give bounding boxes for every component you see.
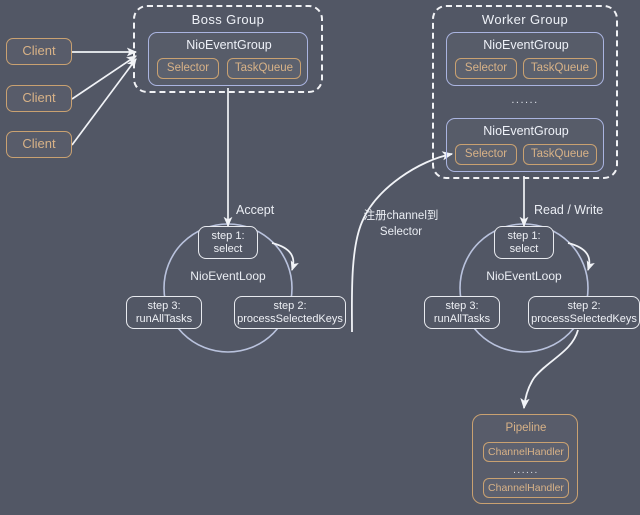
channel-handler-label: ChannelHandler	[488, 481, 564, 494]
worker-step-3-line2: runAllTasks	[433, 312, 491, 325]
client2-to-boss-arrow	[71, 55, 137, 100]
client-box-1[interactable]: Client	[6, 38, 72, 65]
worker-step-2-box[interactable]: step 2: processSelectedKeys	[528, 296, 640, 329]
worker-step-1-line2: select	[509, 242, 539, 255]
worker-task-queue-label: TaskQueue	[530, 61, 590, 74]
register-channel-line2: Selector	[379, 225, 423, 238]
pipeline-ellipsis: ......	[513, 465, 539, 476]
register-channel-line1: 注册channel到	[363, 210, 439, 222]
worker-nio-event-group-label: NioEventGroup	[483, 124, 569, 138]
boss-step-3-line2: runAllTasks	[135, 312, 193, 325]
boss-step-1-line2: select	[213, 242, 243, 255]
boss-step-3-line1: step 3:	[147, 299, 181, 312]
boss-step-2-line2: processSelectedKeys	[237, 312, 343, 325]
channel-handler-label: ChannelHandler	[488, 445, 564, 458]
worker-group-ellipsis: ......	[511, 94, 539, 106]
client-label: Client	[22, 43, 56, 59]
register-channel-label: 注册channel到 Selector	[355, 209, 447, 240]
diagram-canvas: Client Client Client Boss Group NioEvent…	[0, 0, 640, 515]
worker-selector-label: Selector	[464, 147, 508, 160]
boss-step1-to-step2-arrow	[271, 242, 299, 271]
worker-selector-box-1[interactable]: Selector	[455, 58, 517, 79]
channel-handler-box-1[interactable]: ChannelHandler	[483, 442, 569, 462]
worker-step-2-line1: step 2:	[567, 299, 601, 312]
worker-task-queue-box-1[interactable]: TaskQueue	[523, 58, 597, 79]
client-box-3[interactable]: Client	[6, 131, 72, 158]
pipeline-title: Pipeline	[505, 422, 547, 434]
worker-selector-label: Selector	[464, 61, 508, 74]
client3-to-boss-arrow	[71, 58, 137, 146]
boss-step-2-line1: step 2:	[273, 299, 307, 312]
worker-nio-event-group-1[interactable]: NioEventGroup Selector TaskQueue	[446, 32, 604, 86]
boss-selector-box[interactable]: Selector	[157, 58, 219, 79]
worker-step1-to-step2-arrow	[567, 242, 595, 271]
boss-step-3-box[interactable]: step 3: runAllTasks	[126, 296, 202, 329]
worker-step-1-line1: step 1:	[507, 229, 541, 242]
worker-selector-box-2[interactable]: Selector	[455, 144, 517, 165]
worker-task-queue-box-2[interactable]: TaskQueue	[523, 144, 597, 165]
boss-step-1-box[interactable]: step 1: select	[198, 226, 258, 259]
worker-step-3-line1: step 3:	[445, 299, 479, 312]
worker-step-2-line2: processSelectedKeys	[531, 312, 637, 325]
boss-loop-label: NioEventLoop	[190, 269, 266, 283]
accept-label: Accept	[236, 203, 275, 217]
worker-step-3-box[interactable]: step 3: runAllTasks	[424, 296, 500, 329]
worker-task-queue-label: TaskQueue	[530, 147, 590, 160]
client-label: Client	[22, 136, 56, 152]
boss-nio-event-group[interactable]: NioEventGroup Selector TaskQueue	[148, 32, 308, 86]
channel-handler-box-2[interactable]: ChannelHandler	[483, 478, 569, 498]
boss-group-title: Boss Group	[191, 12, 265, 27]
boss-nio-event-group-label: NioEventGroup	[186, 38, 272, 52]
client-label: Client	[22, 90, 56, 106]
read-write-label: Read / Write	[534, 203, 604, 217]
worker-loop-label: NioEventLoop	[486, 269, 562, 283]
boss-selector-label: Selector	[166, 61, 210, 74]
worker-step-1-box[interactable]: step 1: select	[494, 226, 554, 259]
boss-step-2-box[interactable]: step 2: processSelectedKeys	[234, 296, 346, 329]
worker-nio-event-group-2[interactable]: NioEventGroup Selector TaskQueue	[446, 118, 604, 172]
boss-step-1-line1: step 1:	[211, 229, 245, 242]
worker-step2-to-pipeline-arrow	[520, 329, 579, 410]
pipeline-box[interactable]: Pipeline ChannelHandler ...... ChannelHa…	[472, 414, 578, 504]
client-box-2[interactable]: Client	[6, 85, 72, 112]
boss-task-queue-label: TaskQueue	[234, 61, 294, 74]
worker-group-title: Worker Group	[481, 12, 569, 27]
worker-nio-event-group-label: NioEventGroup	[483, 38, 569, 52]
boss-task-queue-box[interactable]: TaskQueue	[227, 58, 301, 79]
